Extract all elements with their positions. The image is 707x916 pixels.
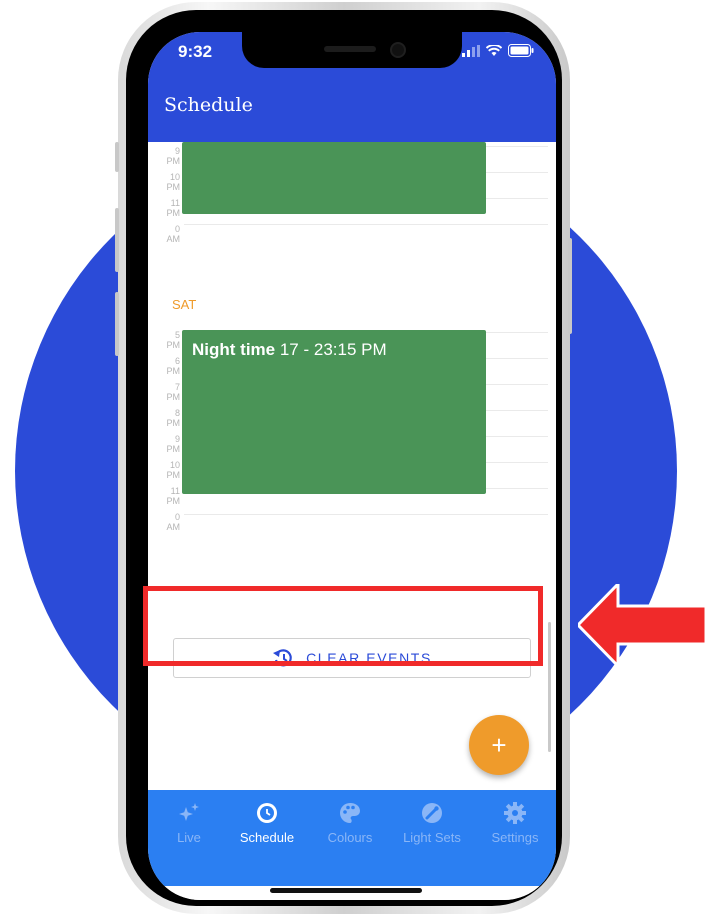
volume-down-button <box>115 292 119 356</box>
nav-label-settings: Settings <box>491 830 539 845</box>
nav-item-live[interactable]: Live <box>148 800 230 845</box>
nav-label-schedule: Schedule <box>239 830 295 845</box>
hour-label: 7 PM <box>166 382 181 402</box>
hour-label: 9 PM <box>166 434 181 454</box>
sparkles-icon <box>179 803 199 821</box>
schedule-view[interactable]: 9 PM 10 PM 11 PM 0 AM SAT 5 PM 6 PM 7 PM 8 PM <box>148 142 556 790</box>
lightset-icon <box>422 803 442 823</box>
hour-label: 9 PM <box>166 146 181 166</box>
event-name: Night time <box>192 340 276 359</box>
event-time: 17 - 23:15 PM <box>279 340 387 359</box>
palette-icon <box>340 803 360 823</box>
hour-label: 5 PM <box>166 330 181 350</box>
nav-item-settings[interactable]: Settings <box>474 800 556 845</box>
phone-bezel: 9:32 Schedule 9 PM 10 PM 11 PM 0 AM SAT … <box>126 10 562 906</box>
hour-label: 8 PM <box>166 408 181 428</box>
phone-screen: 9:32 Schedule 9 PM 10 PM 11 PM 0 AM SAT … <box>148 32 556 900</box>
event-title: Night time 17 - 23:15 PM <box>192 340 387 360</box>
hour-label: 10 PM <box>166 172 181 192</box>
wifi-icon <box>486 44 502 56</box>
home-indicator[interactable] <box>270 888 422 894</box>
power-side-button <box>568 238 572 334</box>
bottom-nav: Live Schedule Colours Light Sets Setting… <box>148 790 556 886</box>
phone-frame: 9:32 Schedule 9 PM 10 PM 11 PM 0 AM SAT … <box>115 2 572 914</box>
nav-label-colours: Colours <box>327 830 373 845</box>
app-header: 9:32 Schedule <box>148 32 556 142</box>
hour-label: 11 PM <box>166 486 181 506</box>
hour-label: 11 PM <box>166 198 181 218</box>
speaker <box>324 46 376 52</box>
highlight-box <box>143 586 543 666</box>
hour-label: 0 AM <box>166 512 181 532</box>
hour-gridline <box>184 514 548 515</box>
hour-label: 10 PM <box>166 460 181 480</box>
red-arrow-icon <box>578 584 706 666</box>
signal-icon <box>462 44 480 57</box>
volume-up-button <box>115 208 119 272</box>
battery-icon <box>508 44 534 57</box>
nav-label-live: Live <box>177 830 201 845</box>
nav-label-light-sets: Light Sets <box>403 830 461 845</box>
clock-icon <box>257 803 277 823</box>
event-block-previous[interactable] <box>182 142 486 214</box>
hour-label: 6 PM <box>166 356 181 376</box>
nav-item-colours[interactable]: Colours <box>309 800 391 845</box>
notch <box>242 32 462 68</box>
add-event-button[interactable]: + <box>469 715 529 775</box>
nav-item-schedule[interactable]: Schedule <box>226 800 308 845</box>
nav-item-light-sets[interactable]: Light Sets <box>391 800 473 845</box>
front-camera <box>390 42 406 58</box>
page-title: Schedule <box>164 94 253 116</box>
hour-gridline <box>184 224 548 225</box>
scrollbar[interactable] <box>548 622 551 752</box>
gear-icon <box>504 802 526 824</box>
status-icons <box>462 44 534 57</box>
event-block-night-time[interactable]: Night time 17 - 23:15 PM <box>182 330 486 494</box>
mute-switch <box>115 142 119 172</box>
hour-label: 0 AM <box>166 224 181 244</box>
day-label: SAT <box>172 297 197 312</box>
status-time: 9:32 <box>178 42 213 61</box>
